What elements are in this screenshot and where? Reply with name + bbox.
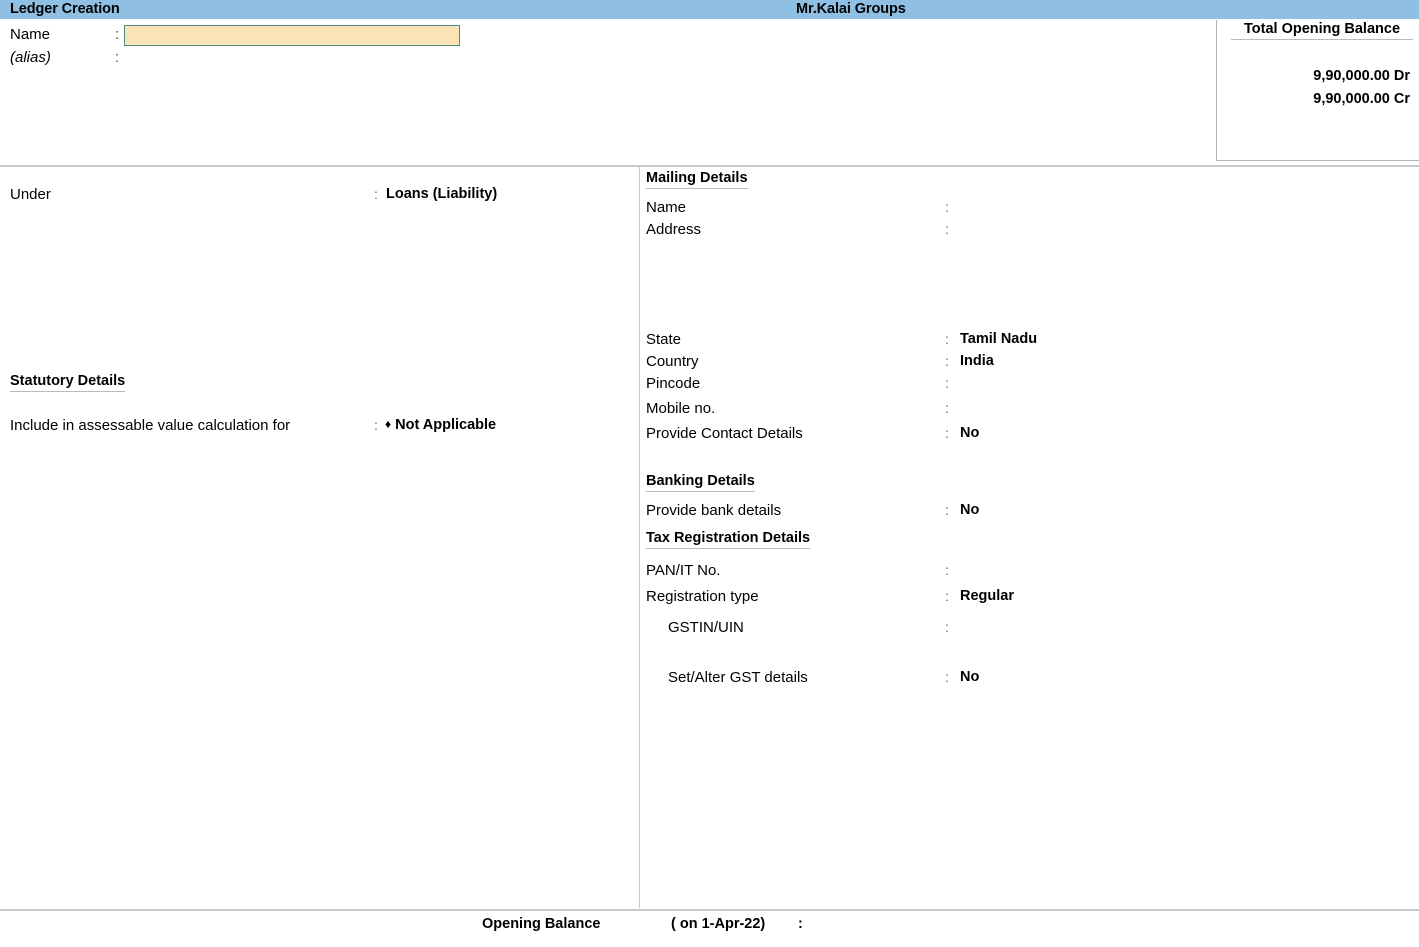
mobile-label: Mobile no.	[646, 400, 716, 417]
assessable-label: Include in assessable value calculation …	[10, 417, 291, 434]
pincode-label: Pincode	[646, 375, 701, 392]
assessable-colon: :	[374, 417, 378, 433]
country-label: Country	[646, 353, 699, 370]
title-bar: Ledger Creation Mr.Kalai Groups	[0, 0, 1419, 20]
under-colon: :	[374, 186, 378, 202]
name-label: Name	[10, 26, 51, 43]
field-under[interactable]: Under : Loans (Liability)	[10, 186, 630, 206]
pan-label: PAN/IT No.	[646, 562, 721, 579]
set-alter-gst-label: Set/Alter GST details	[668, 669, 808, 686]
provide-bank-value[interactable]: No	[960, 502, 979, 518]
provide-contact-label: Provide Contact Details	[646, 425, 803, 442]
pan-colon: :	[945, 562, 949, 578]
mailing-address-label: Address	[646, 221, 702, 238]
mailing-details-heading: Mailing Details	[646, 170, 748, 189]
country-value[interactable]: India	[960, 353, 994, 369]
provide-bank-colon: :	[945, 502, 949, 518]
total-opening-balance-heading: Total Opening Balance	[1231, 21, 1413, 40]
set-alter-gst-value[interactable]: No	[960, 669, 979, 685]
under-label: Under	[10, 186, 51, 203]
provide-bank-label: Provide bank details	[646, 502, 782, 519]
gstin-colon: :	[945, 619, 949, 635]
banking-details-heading: Banking Details	[646, 473, 755, 492]
left-pane: Under : Loans (Liability) Statutory Deta…	[0, 167, 639, 908]
state-value[interactable]: Tamil Nadu	[960, 331, 1037, 347]
mailing-name-label: Name	[646, 199, 687, 216]
opening-balance-colon: :	[798, 916, 803, 932]
opening-balance-label: Opening Balance	[482, 916, 601, 932]
set-alter-gst-colon: :	[945, 669, 949, 685]
ledger-alias-input[interactable]	[124, 49, 464, 69]
pincode-colon: :	[945, 375, 949, 391]
registration-type-value[interactable]: Regular	[960, 588, 1014, 604]
ledger-identity-area: Name : (alias) :	[0, 20, 1419, 166]
opening-balance-as-on: ( on 1-Apr-22)	[671, 916, 766, 932]
company-name: Mr.Kalai Groups	[796, 1, 906, 17]
provide-contact-value[interactable]: No	[960, 425, 979, 441]
assessable-value[interactable]: ♦ Not Applicable	[385, 417, 496, 433]
ledger-name-input[interactable]	[124, 25, 460, 46]
mailing-name-colon: :	[945, 199, 949, 215]
right-pane: Mailing Details Name : Address : State :…	[640, 167, 1419, 908]
total-opening-balance-credit: 9,90,000.00 Cr	[1313, 91, 1410, 107]
mobile-colon: :	[945, 400, 949, 416]
registration-type-colon: :	[945, 588, 949, 604]
gstin-label: GSTIN/UIN	[668, 619, 744, 636]
alias-label: (alias)	[10, 49, 51, 66]
total-opening-balance-debit: 9,90,000.00 Dr	[1313, 68, 1410, 84]
registration-type-label: Registration type	[646, 588, 759, 605]
statutory-details-heading: Statutory Details	[10, 373, 126, 392]
state-label: State	[646, 331, 682, 348]
name-colon: :	[115, 26, 120, 43]
page-title: Ledger Creation	[10, 1, 120, 17]
diamond-bullet-icon: ♦	[385, 417, 392, 431]
state-colon: :	[945, 331, 949, 347]
assessable-value-text: Not Applicable	[395, 417, 497, 433]
under-value[interactable]: Loans (Liability)	[386, 186, 497, 202]
opening-balance-bar: Opening Balance ( on 1-Apr-22) :	[0, 911, 1419, 947]
opening-balance-input[interactable]	[812, 916, 1016, 937]
alias-colon: :	[115, 49, 120, 66]
provide-contact-colon: :	[945, 425, 949, 441]
mailing-address-colon: :	[945, 221, 949, 237]
tax-registration-details-heading: Tax Registration Details	[646, 530, 811, 549]
total-opening-balance-panel: Total Opening Balance 9,90,000.00 Dr 9,9…	[1216, 20, 1419, 161]
field-assessable-value[interactable]: Include in assessable value calculation …	[10, 417, 630, 437]
country-colon: :	[945, 353, 949, 369]
